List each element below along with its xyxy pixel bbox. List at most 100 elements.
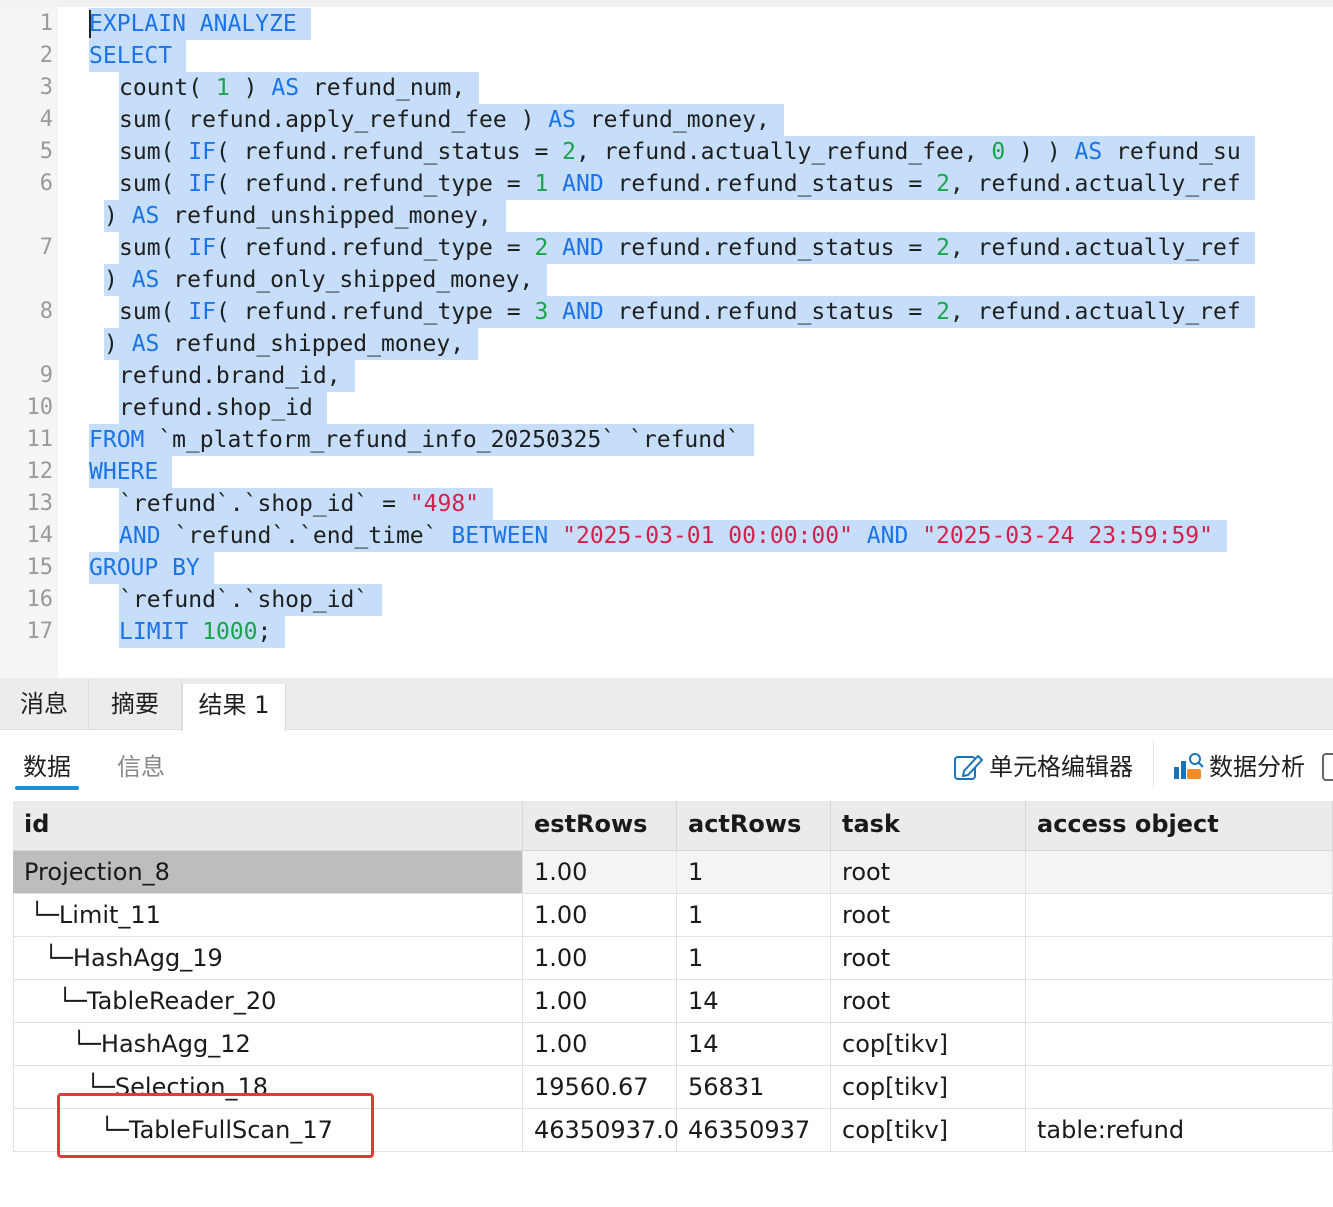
sql-token: ) ) — [1005, 139, 1075, 165]
code-line[interactable]: 6 sum( IF( refund.refund_type = 1 AND ref… — [0, 168, 1333, 200]
column-header[interactable]: estRows — [523, 801, 677, 850]
table-cell[interactable]: root — [831, 851, 1026, 893]
code-line[interactable]: 11 FROM `m_platform_refund_info_20250325`… — [0, 424, 1333, 456]
active-subtab-underline — [15, 786, 79, 790]
result-tab-bar: 消息 摘要 结果 1 — [0, 678, 1333, 731]
code-line[interactable]: 10 refund.shop_id — [0, 392, 1333, 424]
sql-token: refund_shipped_money, — [159, 331, 465, 357]
table-cell[interactable]: Projection_8 — [13, 851, 523, 893]
sql-token: ) — [229, 75, 272, 101]
table-cell[interactable]: └─TableReader_20 — [13, 980, 523, 1022]
code-line[interactable]: 2 SELECT — [0, 40, 1333, 72]
table-cell[interactable]: 46350937.0 — [523, 1109, 679, 1151]
code-line[interactable]: 12 WHERE — [0, 456, 1333, 488]
column-header[interactable]: task — [831, 801, 1026, 850]
code-line[interactable]: 16 `refund`.`shop_id` — [0, 584, 1333, 616]
sql-token: ) — [104, 267, 132, 293]
table-cell[interactable]: 1 — [677, 894, 831, 936]
code-line[interactable]: 3 count( 1 ) AS refund_num, — [0, 72, 1333, 104]
line-number: 9 — [39, 363, 53, 388]
sql-token: refund.refund_status = — [603, 171, 937, 197]
table-cell[interactable]: 14 — [677, 980, 831, 1022]
sql-keyword: EXPLAIN ANALYZE — [89, 11, 297, 37]
column-header[interactable]: id — [13, 801, 523, 850]
table-cell[interactable]: root — [831, 980, 1026, 1022]
table-cell[interactable]: └─HashAgg_19 — [13, 937, 523, 979]
subtab-info[interactable]: 信息 — [117, 749, 165, 785]
table-row[interactable]: └─TableReader_20 1.00 14 root — [13, 980, 1333, 1023]
sql-keyword: GROUP BY — [89, 555, 200, 581]
table-cell[interactable]: 19560.67 — [523, 1066, 677, 1108]
cell-editor-button[interactable]: 单元格编辑器 — [952, 751, 1142, 783]
table-row[interactable]: └─HashAgg_19 1.00 1 root — [13, 937, 1333, 980]
table-cell[interactable]: table:refund — [1026, 1109, 1333, 1151]
code-text: sum( IF( refund.refund_type = 3 AND refu… — [119, 296, 1255, 328]
sql-keyword: AS — [131, 331, 160, 357]
subtab-data[interactable]: 数据 — [23, 749, 71, 785]
code-text: refund.shop_id — [119, 392, 327, 424]
sql-token: refund_num, — [299, 75, 466, 101]
code-line[interactable]: ) AS refund_only_shipped_money, — [0, 264, 1333, 296]
table-row[interactable]: Projection_8 1.00 1 root — [13, 851, 1333, 894]
table-cell[interactable]: └─Limit_11 — [13, 894, 523, 936]
code-line[interactable]: 14 AND `refund`.`end_time` BETWEEN "2025-… — [0, 520, 1333, 552]
sql-token: refund_unshipped_money, — [159, 203, 492, 229]
tab-summary[interactable]: 摘要 — [89, 678, 182, 730]
tab-result-1[interactable]: 结果 1 — [182, 684, 286, 731]
table-cell[interactable]: cop[tikv] — [831, 1066, 1026, 1108]
code-text: GROUP BY — [89, 552, 214, 584]
code-line[interactable]: 5 sum( IF( refund.refund_status = 2, refu… — [0, 136, 1333, 168]
code-line[interactable]: 7 sum( IF( refund.refund_type = 2 AND ref… — [0, 232, 1333, 264]
sql-editor[interactable]: 1 EXPLAIN ANALYZE 2 SELECT 3 count( 1 ) AS re… — [0, 0, 1333, 678]
table-cell[interactable]: └─HashAgg_12 — [13, 1023, 523, 1065]
sql-keyword: IF — [188, 139, 216, 165]
overflow-tool-icon[interactable] — [1322, 753, 1333, 781]
column-header[interactable]: access object — [1026, 801, 1333, 850]
table-cell[interactable]: 1.00 — [523, 894, 677, 936]
column-header[interactable]: actRows — [677, 801, 831, 850]
table-cell[interactable] — [1026, 1066, 1333, 1108]
code-line[interactable]: 13 `refund`.`shop_id` = "498" — [0, 488, 1333, 520]
line-number: 17 — [26, 619, 54, 644]
table-cell[interactable]: 1.00 — [523, 1023, 677, 1065]
sql-keyword: AS — [271, 75, 300, 101]
line-number: 13 — [26, 491, 54, 516]
table-row[interactable]: └─HashAgg_12 1.00 14 cop[tikv] — [13, 1023, 1333, 1066]
sql-number: 3 — [534, 299, 549, 325]
table-cell[interactable]: root — [831, 894, 1026, 936]
sql-keyword: AND — [562, 171, 604, 197]
code-line[interactable]: 15 GROUP BY — [0, 552, 1333, 584]
table-cell[interactable]: 1 — [677, 851, 831, 893]
table-cell[interactable]: 46350937 — [677, 1109, 831, 1151]
table-cell[interactable]: root — [831, 937, 1026, 979]
table-cell[interactable]: 1.00 — [523, 851, 677, 893]
table-cell[interactable]: cop[tikv] — [831, 1109, 1026, 1151]
code-line[interactable]: ) AS refund_unshipped_money, — [0, 200, 1333, 232]
table-cell[interactable] — [1026, 851, 1333, 893]
line-number: 3 — [39, 75, 53, 100]
table-cell[interactable]: cop[tikv] — [831, 1023, 1026, 1065]
table-cell[interactable]: 56831 — [677, 1066, 831, 1108]
code-line[interactable]: 17 LIMIT 1000; — [0, 616, 1333, 648]
data-analysis-button[interactable]: 数据分析 — [1172, 751, 1322, 783]
table-cell[interactable]: 1.00 — [523, 937, 677, 979]
table-row[interactable]: └─Limit_11 1.00 1 root — [13, 894, 1333, 937]
tab-messages[interactable]: 消息 — [0, 678, 89, 730]
result-subbar: 数据 信息 单元格编辑器 数据分析 — [0, 731, 1333, 801]
code-line[interactable]: 9 refund.brand_id, — [0, 360, 1333, 392]
edit-icon — [952, 751, 986, 783]
table-cell[interactable] — [1026, 1023, 1333, 1065]
table-cell[interactable]: 1.00 — [523, 980, 677, 1022]
sql-token: ( refund.refund_status = — [215, 139, 563, 165]
table-cell[interactable] — [1026, 980, 1333, 1022]
sql-number: 0 — [991, 139, 1006, 165]
table-cell[interactable] — [1026, 894, 1333, 936]
code-line[interactable]: 1 EXPLAIN ANALYZE — [0, 8, 1333, 40]
code-line[interactable]: 8 sum( IF( refund.refund_type = 3 AND ref… — [0, 296, 1333, 328]
table-cell[interactable]: 1 — [677, 937, 831, 979]
table-cell[interactable]: 14 — [677, 1023, 831, 1065]
code-line[interactable]: ) AS refund_shipped_money, — [0, 328, 1333, 360]
table-cell[interactable] — [1026, 937, 1333, 979]
code-line[interactable]: 4 sum( refund.apply_refund_fee ) AS refun… — [0, 104, 1333, 136]
